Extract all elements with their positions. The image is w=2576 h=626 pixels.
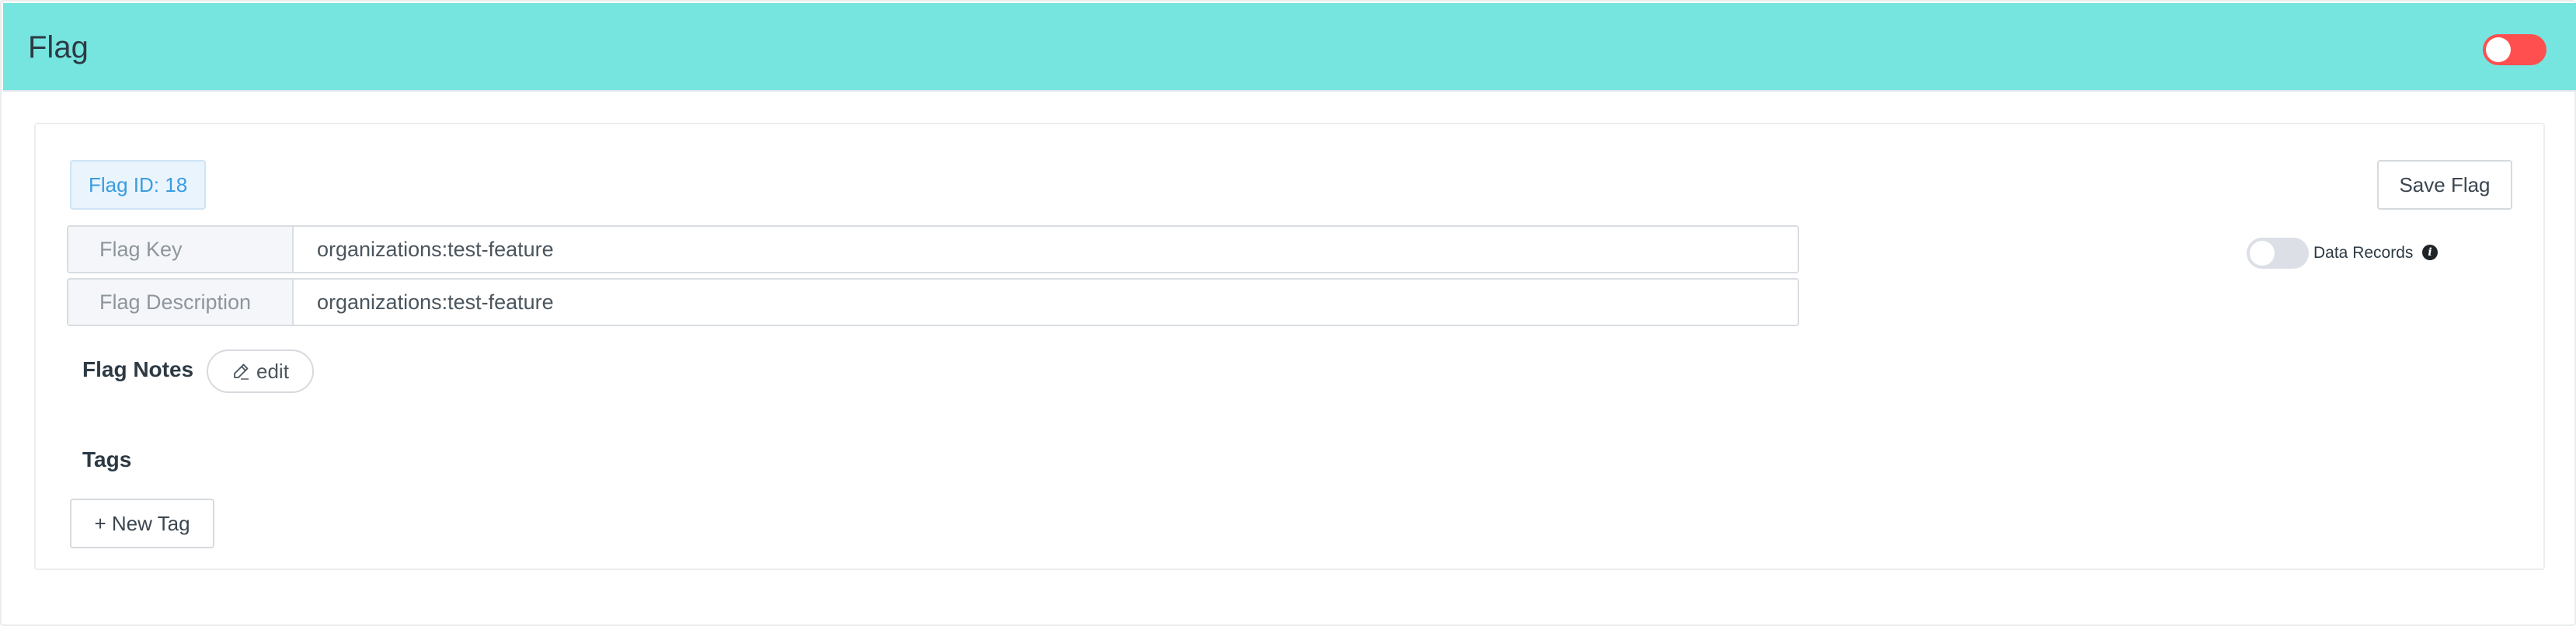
flag-enabled-toggle[interactable] [2483,34,2546,65]
flag-key-input[interactable]: organizations:test-feature [317,227,554,272]
flag-description-input[interactable]: organizations:test-feature [317,280,554,325]
save-flag-button[interactable]: Save Flag [2377,160,2512,210]
edit-notes-button[interactable]: edit [207,350,314,393]
flag-notes-label: Flag Notes [82,357,194,381]
pencil-icon [234,363,249,380]
flag-key-label: Flag Key [68,227,294,272]
new-tag-button[interactable]: + New Tag [70,499,214,548]
edit-label: edit [256,360,289,383]
tags-label: Tags [82,447,132,471]
card-header: Flag [3,3,2576,92]
flag-details-panel [34,123,2545,570]
flag-description-field: Flag Description organizations:test-feat… [67,278,1799,326]
page-title: Flag [28,30,89,64]
flag-description-label: Flag Description [68,280,294,325]
data-records-toggle[interactable] [2247,238,2309,269]
data-records-label: Data Records [2313,244,2414,262]
toggle-knob [2486,37,2511,62]
info-icon[interactable]: i [2422,245,2438,260]
flag-id-tag: Flag ID: 18 [70,160,207,210]
flag-card: Flag Flag ID: 18 Save Flag Flag Key orga… [0,0,2576,626]
toggle-knob [2250,241,2275,266]
flag-key-field: Flag Key organizations:test-feature [67,225,1799,273]
